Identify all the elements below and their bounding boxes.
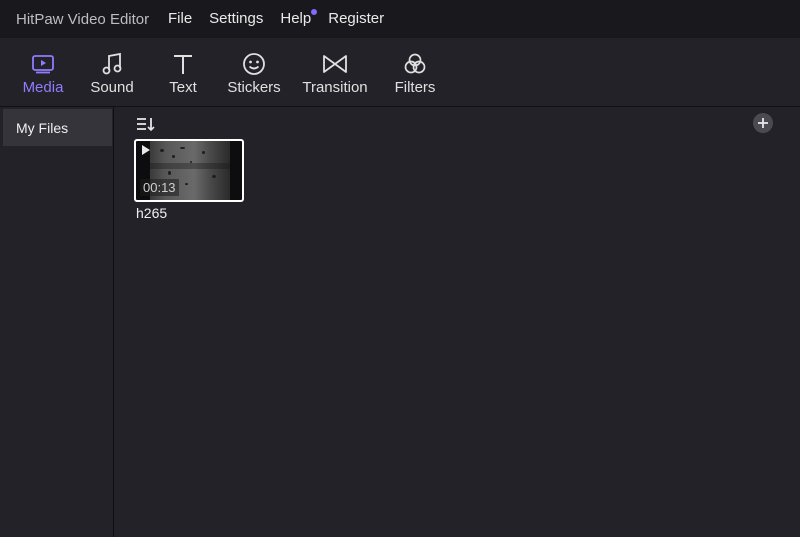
menu-register[interactable]: Register	[328, 10, 384, 27]
plus-icon	[758, 118, 768, 128]
tab-filters-label: Filters	[394, 79, 436, 96]
tab-sound[interactable]: Sound	[90, 38, 134, 106]
tab-text-label: Text	[169, 79, 197, 96]
tab-media[interactable]: Media	[20, 38, 66, 106]
media-icon	[30, 51, 56, 77]
add-media-button[interactable]	[753, 113, 773, 133]
tab-transition[interactable]: Transition	[302, 38, 368, 106]
smiley-icon	[241, 51, 267, 77]
circles-icon	[402, 51, 428, 77]
media-thumbnail[interactable]: 00:13	[134, 139, 244, 202]
sort-icon[interactable]	[136, 116, 156, 132]
menu-settings[interactable]: Settings	[209, 10, 263, 27]
sidebar-item-label: My Files	[16, 119, 69, 136]
app-title: HitPaw Video Editor	[16, 11, 150, 28]
tab-filters[interactable]: Filters	[395, 38, 435, 106]
tab-sound-label: Sound	[90, 79, 134, 96]
sidebar: My Files	[0, 107, 114, 537]
media-library: 00:13 h265	[114, 107, 800, 537]
bowtie-icon	[322, 51, 348, 77]
tab-media-label: Media	[22, 79, 64, 96]
toolbar: Media Sound Text Stickers Transition Fil…	[0, 38, 800, 107]
menu-file[interactable]: File	[168, 10, 192, 27]
menu-help-label: Help	[280, 10, 312, 27]
menu-bar: File Settings Help Register	[168, 9, 401, 27]
notification-dot	[311, 9, 318, 15]
play-icon	[142, 145, 150, 155]
media-name: h265	[136, 205, 168, 221]
tab-stickers[interactable]: Stickers	[227, 38, 281, 106]
sidebar-item-my-files[interactable]: My Files	[3, 109, 112, 146]
title-bar: HitPaw Video Editor File Settings Help R…	[0, 0, 800, 38]
music-note-icon	[99, 51, 125, 77]
tab-transition-label: Transition	[302, 79, 368, 96]
text-t-icon	[170, 51, 196, 77]
tab-stickers-label: Stickers	[227, 79, 281, 96]
tab-text[interactable]: Text	[166, 38, 200, 106]
media-duration: 00:13	[140, 179, 179, 196]
menu-help[interactable]: Help	[280, 9, 318, 27]
